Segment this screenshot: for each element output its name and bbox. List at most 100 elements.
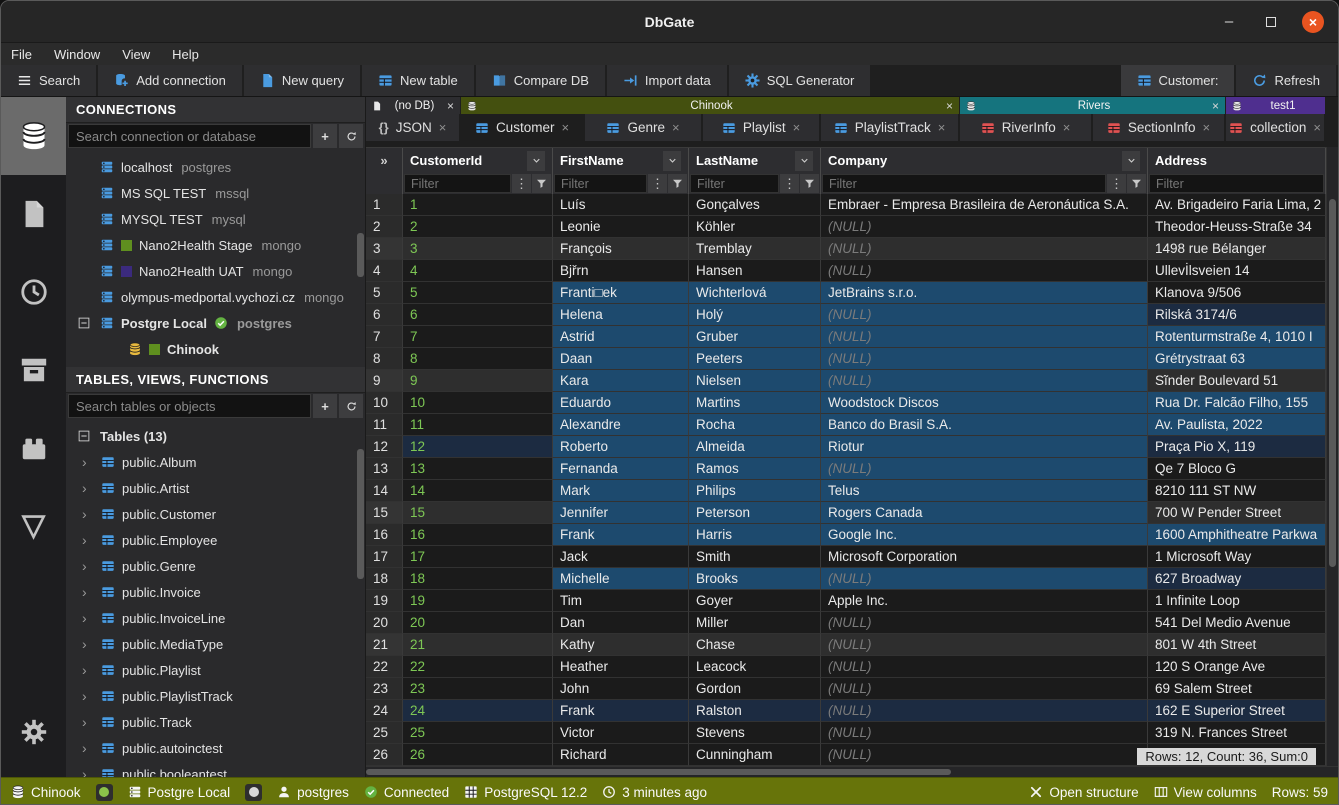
connections-refresh-button[interactable]: [339, 124, 363, 148]
row-number-cell[interactable]: 21: [366, 634, 403, 656]
filter-menu-button[interactable]: ⋮: [1107, 174, 1126, 193]
connection-item[interactable]: Nano2Health UATmongo: [66, 258, 365, 284]
table-item[interactable]: ›public.booleantest: [66, 761, 365, 777]
row-number-cell[interactable]: 15: [366, 502, 403, 524]
table-item[interactable]: ›public.Invoice: [66, 579, 365, 605]
cell-customerid[interactable]: 9: [403, 370, 553, 392]
cell-firstname[interactable]: Kathy: [553, 634, 689, 656]
close-icon[interactable]: ×: [439, 120, 447, 135]
cell-lastname[interactable]: Gonçalves: [689, 194, 821, 216]
cell-firstname[interactable]: Kara: [553, 370, 689, 392]
scrollbar-thumb[interactable]: [1329, 199, 1336, 567]
close-icon[interactable]: ×: [1063, 120, 1071, 135]
cell-customerid[interactable]: 6: [403, 304, 553, 326]
filter-funnel-button[interactable]: [800, 174, 819, 193]
tables-group-row[interactable]: Tables (13): [66, 423, 365, 449]
table-item[interactable]: ›public.Artist: [66, 475, 365, 501]
new-table-button[interactable]: New table: [362, 65, 476, 96]
cell-firstname[interactable]: Roberto: [553, 436, 689, 458]
sql-generator-button[interactable]: SQL Generator: [729, 65, 873, 96]
cell-customerid[interactable]: 17: [403, 546, 553, 568]
cell-customerid[interactable]: 5: [403, 282, 553, 304]
column-dropdown-button[interactable]: [663, 151, 681, 171]
rail-item-files[interactable]: [1, 175, 66, 253]
cell-firstname[interactable]: Daan: [553, 348, 689, 370]
close-button[interactable]: ×: [1302, 11, 1324, 33]
cell-firstname[interactable]: Luís: [553, 194, 689, 216]
tab-playlist[interactable]: Playlist×: [703, 114, 821, 141]
cell-address[interactable]: Sĩnder Boulevard 51: [1148, 370, 1326, 392]
row-number-cell[interactable]: 11: [366, 414, 403, 436]
row-number-cell[interactable]: 10: [366, 392, 403, 414]
cell-address[interactable]: Rua Dr. Falcão Filho, 155: [1148, 392, 1326, 414]
cell-company[interactable]: Banco do Brasil S.A.: [821, 414, 1148, 436]
table-item[interactable]: ›public.Customer: [66, 501, 365, 527]
cell-address[interactable]: 69 Salem Street: [1148, 678, 1326, 700]
cell-lastname[interactable]: Nielsen: [689, 370, 821, 392]
menu-item-window[interactable]: Window: [54, 47, 100, 62]
row-number-cell[interactable]: 20: [366, 612, 403, 634]
cell-customerid[interactable]: 13: [403, 458, 553, 480]
cell-customerid[interactable]: 3: [403, 238, 553, 260]
cell-firstname[interactable]: Jennifer: [553, 502, 689, 524]
status-color-badge[interactable]: [96, 784, 113, 801]
cell-address[interactable]: Av. Paulista, 2022: [1148, 414, 1326, 436]
cell-address[interactable]: 1600 Amphitheatre Parkwa: [1148, 524, 1326, 546]
row-number-cell[interactable]: 22: [366, 656, 403, 678]
filter-input-firstname[interactable]: [554, 174, 647, 193]
cell-customerid[interactable]: 25: [403, 722, 553, 744]
column-header-company[interactable]: Company: [821, 148, 1148, 173]
cell-lastname[interactable]: Wichterlová: [689, 282, 821, 304]
collapse-toggle[interactable]: [78, 430, 90, 442]
import-data-button[interactable]: Import data: [607, 65, 729, 96]
current-table-button[interactable]: Customer:: [1121, 65, 1237, 96]
cell-address[interactable]: 1498 rue Bélanger: [1148, 238, 1326, 260]
filter-menu-button[interactable]: ⋮: [648, 174, 667, 193]
cell-company[interactable]: Embraer - Empresa Brasileira de Aeronáut…: [821, 194, 1148, 216]
cell-address[interactable]: Grétrystraat 63: [1148, 348, 1326, 370]
cell-address[interactable]: 1 Microsoft Way: [1148, 546, 1326, 568]
grid-horizontal-scrollbar[interactable]: [366, 766, 1338, 777]
cell-lastname[interactable]: Miller: [689, 612, 821, 634]
row-number-cell[interactable]: 7: [366, 326, 403, 348]
cell-lastname[interactable]: Martins: [689, 392, 821, 414]
cell-lastname[interactable]: Peterson: [689, 502, 821, 524]
cell-lastname[interactable]: Hansen: [689, 260, 821, 282]
add-connection-small-button[interactable]: +: [313, 124, 337, 148]
cell-company[interactable]: (NULL): [821, 678, 1148, 700]
cell-company[interactable]: (NULL): [821, 612, 1148, 634]
cell-customerid[interactable]: 7: [403, 326, 553, 348]
tab-group-header[interactable]: (no DB)×: [366, 97, 461, 114]
row-number-cell[interactable]: 12: [366, 436, 403, 458]
cell-lastname[interactable]: Tremblay: [689, 238, 821, 260]
cell-company[interactable]: Riotur: [821, 436, 1148, 458]
cell-firstname[interactable]: Frank: [553, 524, 689, 546]
cell-lastname[interactable]: Philips: [689, 480, 821, 502]
cell-address[interactable]: Rilská 3174/6: [1148, 304, 1326, 326]
tab-playlisttrack[interactable]: PlaylistTrack×: [821, 114, 960, 141]
cell-company[interactable]: (NULL): [821, 260, 1148, 282]
cell-address[interactable]: 8210 111 ST NW: [1148, 480, 1326, 502]
cell-firstname[interactable]: Astrid: [553, 326, 689, 348]
cell-company[interactable]: Rogers Canada: [821, 502, 1148, 524]
table-item[interactable]: ›public.Genre: [66, 553, 365, 579]
table-item[interactable]: ›public.Employee: [66, 527, 365, 553]
cell-firstname[interactable]: Eduardo: [553, 392, 689, 414]
cell-customerid[interactable]: 14: [403, 480, 553, 502]
cell-lastname[interactable]: Goyer: [689, 590, 821, 612]
menu-item-view[interactable]: View: [122, 47, 150, 62]
connection-item[interactable]: Postgre Localpostgres: [66, 310, 365, 336]
table-item[interactable]: ›public.Album: [66, 449, 365, 475]
filter-input-company[interactable]: [822, 174, 1106, 193]
cell-company[interactable]: Apple Inc.: [821, 590, 1148, 612]
row-number-cell[interactable]: 16: [366, 524, 403, 546]
cell-lastname[interactable]: Cunningham: [689, 744, 821, 766]
cell-lastname[interactable]: Harris: [689, 524, 821, 546]
column-dropdown-button[interactable]: [795, 151, 813, 171]
cell-company[interactable]: Microsoft Corporation: [821, 546, 1148, 568]
cell-company[interactable]: Woodstock Discos: [821, 392, 1148, 414]
cell-address[interactable]: 541 Del Medio Avenue: [1148, 612, 1326, 634]
row-number-cell[interactable]: 24: [366, 700, 403, 722]
cell-company[interactable]: (NULL): [821, 216, 1148, 238]
tab-group-header[interactable]: Rivers×: [960, 97, 1226, 114]
